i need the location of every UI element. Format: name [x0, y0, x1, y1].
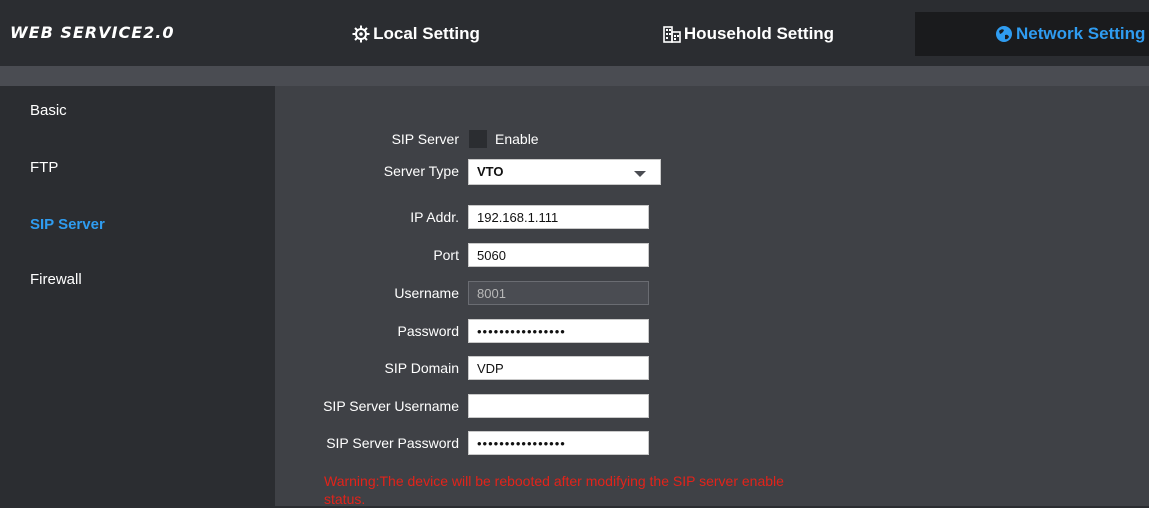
- port-label: Port: [433, 247, 459, 263]
- username-field: 8001: [468, 281, 649, 305]
- sidebar-item-sip-server[interactable]: SIP Server: [30, 216, 105, 233]
- tab-household-setting-label: Household Setting: [683, 24, 835, 43]
- sip-server-username-label: SIP Server Username: [323, 398, 459, 414]
- username-label: Username: [394, 285, 459, 301]
- sub-header-strip: [0, 66, 1149, 86]
- password-field[interactable]: ••••••••••••••••: [468, 319, 649, 343]
- sip-server-username-field[interactable]: [468, 394, 649, 418]
- brand: WEB SERVICE2.0: [0, 12, 250, 56]
- sidebar-item-basic[interactable]: Basic: [30, 102, 67, 119]
- tab-network-setting[interactable]: Network Setting: [915, 12, 1149, 56]
- tab-local-setting[interactable]: Local Setting: [250, 12, 582, 56]
- sidebar: Basic FTP SIP Server Firewall: [0, 86, 275, 506]
- enable-checkbox[interactable]: [468, 129, 488, 149]
- server-type-select[interactable]: VTO: [468, 159, 661, 185]
- sidebar-item-firewall[interactable]: Firewall: [30, 271, 82, 288]
- server-type-label: Server Type: [383, 163, 459, 179]
- ip-addr-row: IP Addr. 192.168.1.111: [275, 205, 1149, 231]
- sip-server-password-row: SIP Server Password ••••••••••••••••: [275, 431, 1149, 457]
- port-row: Port 5060: [275, 243, 1149, 269]
- sip-domain-label: SIP Domain: [384, 360, 459, 376]
- gear-icon: [352, 25, 370, 43]
- sip-server-password-label: SIP Server Password: [326, 435, 459, 451]
- sip-server-row: SIP Server Enable: [275, 127, 1149, 153]
- globe-icon: [995, 25, 1013, 43]
- sip-server-username-row: SIP Server Username: [275, 394, 1149, 420]
- reboot-warning: Warning:The device will be rebooted afte…: [324, 473, 784, 507]
- sip-domain-row: SIP Domain VDP: [275, 356, 1149, 382]
- tab-household-setting[interactable]: Household Setting: [582, 12, 915, 56]
- ip-addr-label: IP Addr.: [410, 209, 459, 225]
- top-navigation-bar: WEB SERVICE2.0 Local Setting Household S…: [0, 0, 1149, 66]
- password-label: Password: [397, 323, 459, 339]
- brand-title: WEB SERVICE2.0: [10, 23, 175, 42]
- password-row: Password ••••••••••••••••: [275, 319, 1149, 345]
- chevron-down-icon: [634, 171, 646, 177]
- sip-server-settings-panel: SIP Server Enable Server Type VTO IP Add…: [275, 86, 1149, 507]
- sidebar-item-ftp[interactable]: FTP: [30, 159, 58, 176]
- tab-network-setting-label: Network Setting: [1016, 24, 1146, 43]
- sip-server-password-field[interactable]: ••••••••••••••••: [468, 431, 649, 455]
- sip-server-label: SIP Server: [391, 131, 459, 147]
- ip-addr-field[interactable]: 192.168.1.111: [468, 205, 649, 229]
- building-icon: [663, 25, 681, 43]
- enable-checkbox-label: Enable: [495, 131, 539, 147]
- server-type-row: Server Type VTO: [275, 159, 1149, 185]
- username-row: Username 8001: [275, 281, 1149, 307]
- port-field[interactable]: 5060: [468, 243, 649, 267]
- server-type-value: VTO: [477, 164, 504, 179]
- sip-domain-field[interactable]: VDP: [468, 356, 649, 380]
- tab-local-setting-label: Local Setting: [373, 24, 480, 43]
